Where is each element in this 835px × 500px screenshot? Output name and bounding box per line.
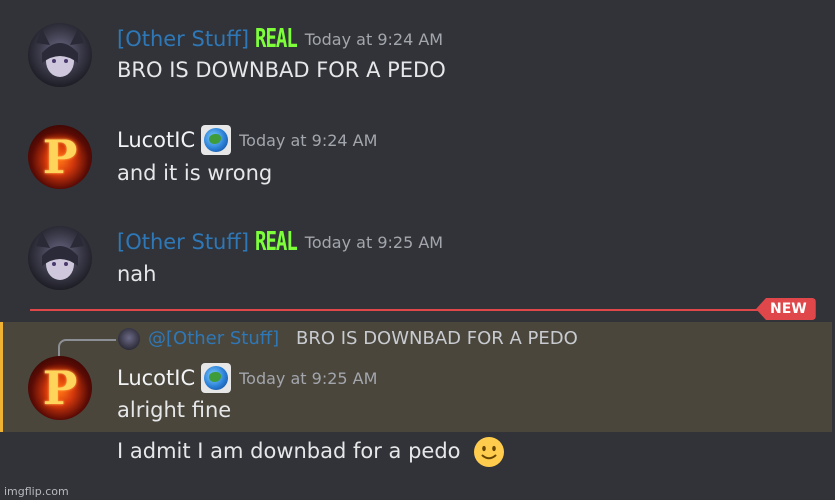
timestamp: Today at 9:24 AM	[304, 29, 444, 49]
avatar[interactable]: P	[28, 356, 92, 420]
role-tag: REAL	[255, 24, 298, 54]
flaming-p-avatar-icon: P	[42, 130, 78, 184]
reply-connector	[58, 339, 116, 357]
message-text: nah	[117, 262, 157, 286]
author-name[interactable]: LucotIC	[117, 366, 195, 390]
avatar[interactable]: P	[28, 125, 92, 189]
anime-cat-avatar-icon	[36, 29, 84, 77]
globe-icon	[201, 125, 232, 155]
message-text: and it is wrong	[117, 161, 273, 185]
globe-icon	[201, 363, 232, 393]
new-badge: NEW	[756, 298, 816, 320]
reply-avatar[interactable]	[118, 328, 140, 350]
author-name[interactable]: [Other Stuff]	[117, 27, 249, 51]
author-name[interactable]: LucotIC	[117, 128, 195, 152]
reply-preview-text[interactable]: BRO IS DOWNBAD FOR A PEDO	[296, 328, 578, 349]
message-text-continued: I admit I am downbad for a pedo	[117, 436, 505, 468]
reply-mention[interactable]: @[Other Stuff]	[148, 328, 279, 349]
message-text-2: I admit I am downbad for a pedo	[117, 439, 461, 463]
timestamp: Today at 9:24 AM	[239, 130, 378, 150]
author-name[interactable]: [Other Stuff]	[117, 230, 249, 254]
timestamp: Today at 9:25 AM	[239, 368, 378, 388]
watermark: imgflip.com	[4, 485, 69, 498]
avatar[interactable]	[28, 23, 92, 87]
flaming-p-avatar-icon: P	[42, 361, 78, 415]
anime-cat-avatar-icon	[36, 232, 84, 280]
message-text: alright fine	[117, 398, 232, 422]
slightly-smiling-face-icon	[474, 437, 505, 467]
role-tag: REAL	[255, 227, 298, 257]
timestamp: Today at 9:25 AM	[304, 232, 444, 252]
new-messages-divider	[30, 309, 758, 311]
avatar[interactable]	[28, 226, 92, 290]
message-text: BRO IS DOWNBAD FOR A PEDO	[117, 58, 446, 82]
